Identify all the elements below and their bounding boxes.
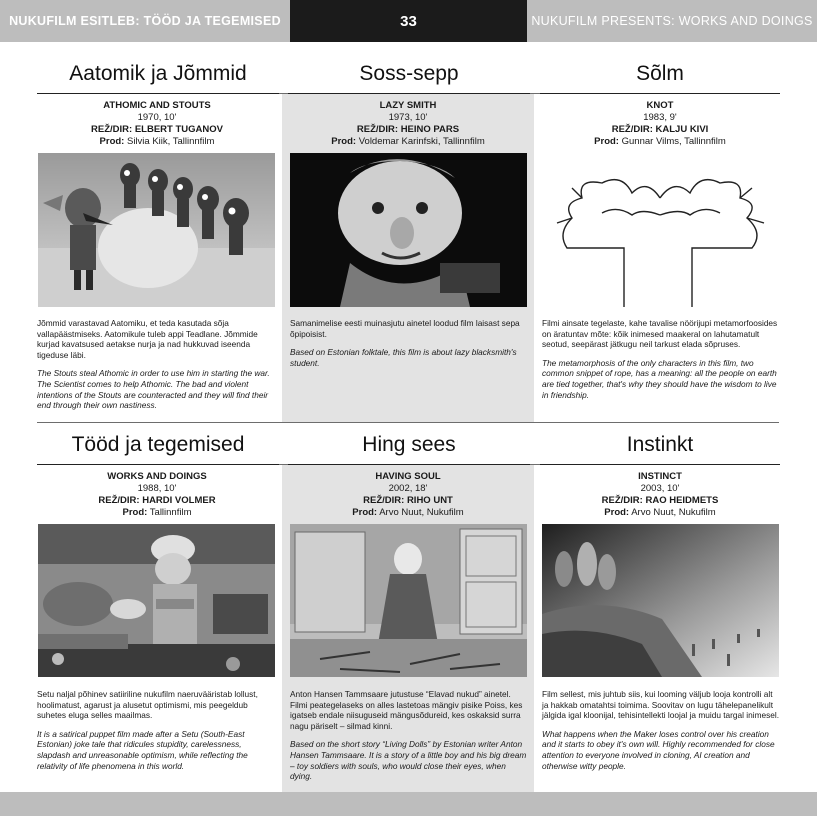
header-title-en: NUKUFILM PRESENTS: WORKS AND DOINGS — [531, 14, 813, 28]
film-english-title: ATHOMIC AND STOUTS — [103, 100, 211, 111]
film-director: REŽ/DIR: HARDI VOLMER — [98, 495, 216, 506]
description-en: It is a satirical puppet film made after… — [37, 728, 248, 771]
description-et: Film sellest, mis juhtub siis, kui loomi… — [542, 689, 780, 721]
film-director: REŽ/DIR: KALJU KIVI — [611, 124, 709, 135]
film-year: 1973, 10' — [388, 112, 428, 123]
film-english-title: HAVING SOUL — [375, 471, 441, 482]
film-director: REŽ/DIR: ELBERT TUGANOV — [91, 124, 223, 135]
film-still-image — [542, 524, 779, 677]
film-year: 2002, 18' — [388, 483, 428, 494]
film-producer-line: Prod: Tallinnfilm — [37, 507, 277, 519]
film-english-title: WORKS AND DOINGS — [107, 471, 207, 482]
film-entry-lazy-smith: Soss-sepp LAZY SMITH 1973, 10' REŽ/DIR: … — [288, 42, 530, 422]
film-still-image — [290, 153, 527, 307]
film-entry-having-soul: Hing sees HAVING SOUL 2002, 18' REŽ/DIR:… — [288, 413, 530, 793]
film-entry-knot: Sõlm KNOT 1983, 9' REŽ/DIR: KALJU KIVI P… — [540, 42, 780, 422]
film-credits: ATHOMIC AND STOUTS 1970, 10' REŽ/DIR: EL… — [37, 100, 277, 148]
film-entry-instinct: Instinkt INSTINCT 2003, 10' REŽ/DIR: RAO… — [540, 413, 780, 793]
film-credits: LAZY SMITH 1973, 10' REŽ/DIR: HEINO PARS… — [288, 100, 528, 148]
prod-label: Prod: — [99, 136, 125, 147]
film-year: 1983, 9' — [643, 112, 677, 123]
film-producer: Arvo Nuut, Nukufilm — [379, 507, 464, 518]
prod-label: Prod: — [122, 507, 148, 518]
description-en: The Stouts steal Athomic in order to use… — [37, 368, 270, 411]
film-title: Instinkt — [626, 433, 694, 456]
film-description: Samanimelise eesti muinasjutu ainetel lo… — [290, 318, 530, 376]
film-producer: Gunnar Vilms, Tallinnfilm — [621, 136, 726, 147]
title-rule — [288, 93, 530, 95]
film-english-title: KNOT — [646, 100, 674, 111]
header-bar: NUKUFILM ESITLEB: TÖÖD JA TEGEMISED 33 N… — [0, 0, 817, 42]
description-et: Anton Hansen Tammsaare jutustuse “Elavad… — [290, 689, 523, 731]
film-description: Anton Hansen Tammsaare jutustuse “Elavad… — [290, 689, 530, 790]
film-producer: Tallinnfilm — [149, 507, 192, 518]
footer-bar — [0, 792, 817, 816]
film-description: Filmi ainsate tegelaste, kahe tavalise n… — [542, 318, 780, 408]
film-still-image — [38, 524, 275, 677]
film-director: REŽ/DIR: RIHO UNT — [363, 495, 453, 506]
film-title: Soss-sepp — [359, 62, 459, 85]
prod-label: Prod: — [604, 507, 630, 518]
title-rule — [37, 464, 279, 466]
film-producer-line: Prod: Arvo Nuut, Nukufilm — [288, 507, 528, 519]
title-rule — [37, 93, 279, 95]
header-title-et: NUKUFILM ESITLEB: TÖÖD JA TEGEMISED — [9, 14, 281, 28]
description-et: Samanimelise eesti muinasjutu ainetel lo… — [290, 318, 520, 339]
film-year: 1988, 10' — [137, 483, 177, 494]
film-producer: Voldemar Karinfski, Tallinnfilm — [358, 136, 485, 147]
film-still-image — [290, 524, 527, 677]
description-et: Setu naljal põhinev satiiriline nukufilm… — [37, 689, 258, 721]
film-description: Setu naljal põhinev satiiriline nukufilm… — [37, 689, 277, 779]
film-producer-line: Prod: Voldemar Karinfski, Tallinnfilm — [288, 136, 528, 148]
title-rule — [540, 93, 780, 95]
page-number: 33 — [290, 0, 527, 42]
title-rule — [288, 464, 530, 466]
film-director: REŽ/DIR: HEINO PARS — [356, 124, 460, 135]
film-credits: WORKS AND DOINGS 1988, 10' REŽ/DIR: HARD… — [37, 471, 277, 519]
description-en: Based on Estonian folktale, this film is… — [290, 347, 517, 368]
film-title: Tööd ja tegemised — [71, 433, 245, 456]
film-title: Sõlm — [636, 62, 684, 85]
film-director: REŽ/DIR: RAO HEIDMETS — [601, 495, 719, 506]
film-still-image — [38, 153, 275, 307]
description-et: Filmi ainsate tegelaste, kahe tavalise n… — [542, 318, 778, 350]
film-english-title: LAZY SMITH — [379, 100, 437, 111]
description-en: What happens when the Maker loses contro… — [542, 728, 775, 771]
film-producer-line: Prod: Arvo Nuut, Nukufilm — [540, 507, 780, 519]
film-description: Film sellest, mis juhtub siis, kui loomi… — [542, 689, 780, 779]
film-producer-line: Prod: Gunnar Vilms, Tallinnfilm — [540, 136, 780, 148]
film-producer: Arvo Nuut, Nukufilm — [631, 507, 716, 518]
film-year: 2003, 10' — [640, 483, 680, 494]
film-credits: INSTINCT 2003, 10' REŽ/DIR: RAO HEIDMETS… — [540, 471, 780, 519]
description-et: Jõmmid varastavad Aatomiku, et teda kasu… — [37, 318, 258, 360]
description-en: The metamorphosis of the only characters… — [542, 357, 777, 400]
prod-label: Prod: — [594, 136, 619, 147]
film-title: Aatomik ja Jõmmid — [69, 62, 247, 85]
film-english-title: INSTINCT — [638, 471, 682, 482]
film-producer: Silvia Kiik, Tallinnfilm — [126, 136, 215, 147]
title-rule — [540, 464, 780, 466]
prod-label: Prod: — [331, 136, 357, 147]
prod-label: Prod: — [352, 507, 378, 518]
film-title: Hing sees — [362, 433, 456, 456]
film-year: 1970, 10' — [137, 112, 177, 123]
film-credits: KNOT 1983, 9' REŽ/DIR: KALJU KIVI Prod: … — [540, 100, 780, 148]
film-credits: HAVING SOUL 2002, 18' REŽ/DIR: RIHO UNT … — [288, 471, 528, 519]
film-description: Jõmmid varastavad Aatomiku, et teda kasu… — [37, 318, 277, 419]
film-entry-works-and-doings: Tööd ja tegemised WORKS AND DOINGS 1988,… — [37, 413, 279, 793]
film-producer-line: Prod: Silvia Kiik, Tallinnfilm — [37, 136, 277, 148]
film-still-image — [542, 153, 779, 307]
description-en: Based on the short story “Living Dolls” … — [290, 739, 527, 782]
film-entry-athomic: Aatomik ja Jõmmid ATHOMIC AND STOUTS 197… — [37, 42, 279, 422]
